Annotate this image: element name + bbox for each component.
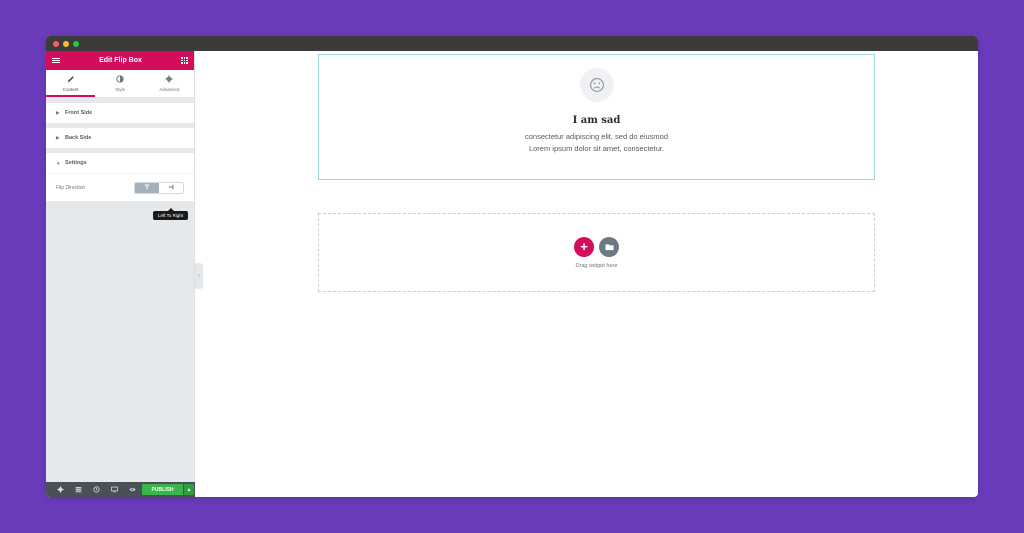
flip-box-description: consectetur adipiscing elit, sed do eius… (525, 132, 668, 153)
arrow-down-icon (144, 184, 150, 192)
flip-box-widget[interactable]: I am sad consectetur adipiscing elit, se… (318, 54, 875, 180)
flip-top-to-bottom-button[interactable] (135, 182, 159, 193)
arrow-right-icon (168, 184, 174, 192)
tab-content[interactable]: Content (46, 70, 96, 97)
plus-icon: + (580, 239, 588, 254)
flip-left-to-right-button[interactable] (159, 182, 183, 193)
hamburger-icon[interactable] (52, 57, 60, 64)
caret-right-icon: ▶ (56, 135, 60, 140)
collapse-panel-handle[interactable]: ‹ (195, 263, 203, 289)
widget-dropzone[interactable]: + Drag widget here (318, 213, 875, 292)
minimize-window-button[interactable] (63, 40, 69, 47)
pencil-icon (67, 75, 75, 84)
flip-box-title: I am sad (572, 115, 621, 126)
panel-footer: PUBLISH ▲ (46, 482, 195, 497)
dropzone-hint: Drag widget here (575, 262, 618, 269)
sad-face-icon (579, 68, 614, 102)
caret-up-icon: ▲ (186, 486, 192, 493)
navigator-icon[interactable] (69, 482, 87, 497)
preview-icon[interactable] (123, 482, 141, 497)
tab-label: Advanced (159, 87, 180, 92)
flip-direction-control: Flip Direction (46, 174, 194, 201)
direction-tooltip: Left To Right (153, 208, 189, 220)
tab-label: Content (62, 87, 79, 92)
window-titlebar (46, 36, 978, 51)
chevron-left-icon: ‹ (198, 273, 200, 279)
section-label: Back Side (65, 135, 92, 141)
maximize-window-button[interactable] (73, 40, 79, 47)
panel-title: Edit Flip Box (99, 57, 142, 64)
flip-direction-choices (134, 181, 184, 194)
publish-button[interactable]: PUBLISH (142, 484, 183, 495)
gear-icon (165, 75, 173, 84)
folder-icon (605, 243, 613, 250)
grid-icon[interactable] (181, 57, 188, 64)
contrast-icon (116, 75, 124, 84)
caret-down-icon: ▼ (56, 160, 61, 166)
section-back-side[interactable]: ▶ Back Side (46, 128, 194, 148)
tab-style[interactable]: Style (95, 70, 144, 97)
section-front-side[interactable]: ▶ Front Side (46, 103, 194, 123)
dropzone-buttons: + (574, 236, 619, 257)
flip-direction-label: Flip Direction (56, 184, 86, 191)
publish-options-button[interactable]: ▲ (184, 484, 194, 495)
section-settings[interactable]: ▼ Settings (46, 153, 194, 173)
panel-header: Edit Flip Box (46, 51, 194, 70)
browser-window: Edit Flip Box Content Style Advanced ▶ F… (46, 36, 978, 497)
settings-icon[interactable] (51, 482, 69, 497)
add-template-button[interactable] (599, 236, 619, 257)
history-icon[interactable] (87, 482, 105, 497)
tab-label: Style (114, 87, 125, 92)
tab-advanced[interactable]: Advanced (145, 70, 194, 97)
editor-panel: Edit Flip Box Content Style Advanced ▶ F… (46, 51, 195, 497)
caret-right-icon: ▶ (56, 110, 60, 115)
section-label: Front Side (65, 110, 93, 116)
responsive-icon[interactable] (105, 482, 123, 497)
panel-tabs: Content Style Advanced (46, 70, 194, 97)
add-section-button[interactable]: + (574, 236, 594, 257)
section-label: Settings (65, 160, 87, 166)
close-window-button[interactable] (53, 40, 59, 47)
